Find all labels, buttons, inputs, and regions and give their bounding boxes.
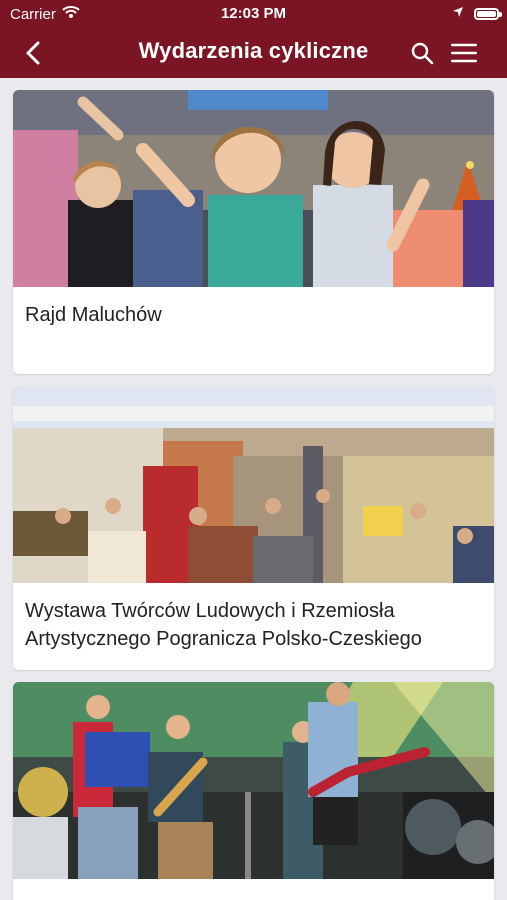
location-arrow-icon — [452, 5, 464, 22]
navigation-bar: Wydarzenia cykliczne — [0, 28, 507, 78]
event-title[interactable]: Rajd Maluchów — [13, 287, 494, 329]
battery-icon — [474, 7, 502, 20]
search-button[interactable] — [407, 38, 437, 68]
menu-button[interactable] — [449, 38, 479, 68]
status-bar: Carrier 12:03 PM — [0, 0, 507, 28]
status-time: 12:03 PM — [220, 5, 287, 22]
event-card[interactable]: Wystawa Twórców Ludowych i Rzemiosła Art… — [13, 386, 494, 670]
status-indicators — [452, 5, 502, 22]
event-image-craft-fair — [13, 386, 494, 583]
event-card[interactable] — [13, 682, 494, 900]
event-title[interactable] — [13, 879, 494, 893]
search-icon — [411, 42, 434, 65]
event-card[interactable]: Rajd Maluchów — [13, 90, 494, 374]
event-title[interactable]: Wystawa Twórców Ludowych i Rzemiosła Art… — [13, 583, 494, 653]
app-header: Carrier 12:03 PM Wydarzenia cykliczne — [0, 0, 507, 78]
event-image-concert — [13, 682, 494, 879]
hamburger-menu-icon — [451, 43, 477, 63]
event-image-children — [13, 90, 494, 287]
events-list[interactable]: Rajd Maluchów Wystawa Twórców Ludowych i… — [0, 78, 507, 900]
